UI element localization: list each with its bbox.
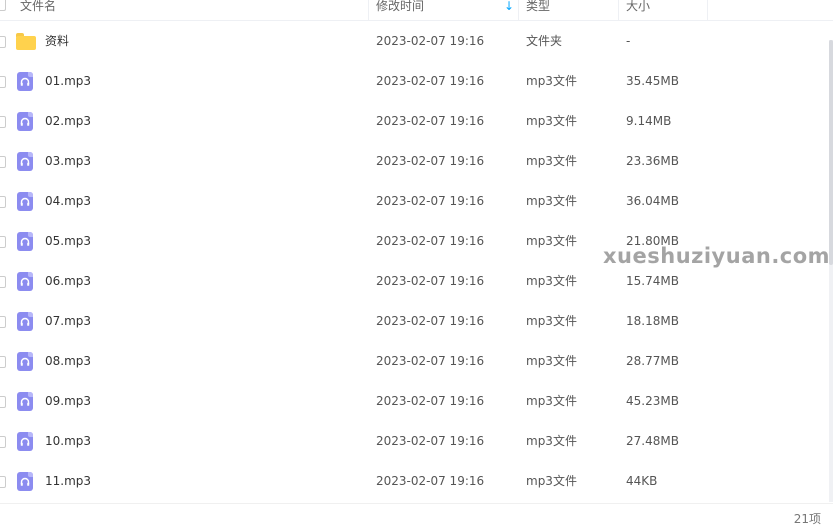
column-divider[interactable] bbox=[518, 0, 519, 20]
file-name[interactable]: 07.mp3 bbox=[45, 301, 91, 341]
file-modified: 2023-02-07 19:16 bbox=[376, 234, 485, 248]
file-type: 文件夹 bbox=[526, 34, 563, 48]
file-type: mp3文件 bbox=[526, 314, 577, 328]
file-name[interactable]: 10.mp3 bbox=[45, 421, 91, 461]
file-size: 23.36MB bbox=[626, 154, 679, 168]
header-size[interactable]: 大小 bbox=[626, 0, 650, 20]
column-header: 文件名 修改时间 ↓ 类型 大小 bbox=[0, 0, 833, 21]
file-name[interactable]: 04.mp3 bbox=[45, 181, 91, 221]
file-row[interactable]: 01.mp3 2023-02-07 19:16 mp3文件 35.45MB bbox=[0, 61, 833, 101]
file-modified: 2023-02-07 19:16 bbox=[376, 354, 485, 368]
file-type: mp3文件 bbox=[526, 114, 577, 128]
file-name[interactable]: 11.mp3 bbox=[45, 461, 91, 501]
audio-file-icon bbox=[16, 72, 35, 91]
file-row[interactable]: 09.mp3 2023-02-07 19:16 mp3文件 45.23MB bbox=[0, 381, 833, 421]
row-checkbox[interactable] bbox=[0, 36, 6, 48]
file-type: mp3文件 bbox=[526, 354, 577, 368]
column-divider[interactable] bbox=[368, 0, 369, 20]
audio-file-icon bbox=[16, 272, 35, 291]
file-modified: 2023-02-07 19:16 bbox=[376, 394, 485, 408]
file-type: mp3文件 bbox=[526, 274, 577, 288]
file-row[interactable]: 资料 2023-02-07 19:16 文件夹 - bbox=[0, 21, 833, 61]
file-name[interactable]: 08.mp3 bbox=[45, 341, 91, 381]
row-checkbox[interactable] bbox=[0, 76, 6, 88]
file-modified: 2023-02-07 19:16 bbox=[376, 74, 485, 88]
file-modified: 2023-02-07 19:16 bbox=[376, 314, 485, 328]
row-checkbox[interactable] bbox=[0, 116, 6, 128]
status-bar: 21项 bbox=[0, 503, 833, 531]
file-size: - bbox=[626, 34, 631, 48]
file-name[interactable]: 06.mp3 bbox=[45, 261, 91, 301]
file-name[interactable]: 09.mp3 bbox=[45, 381, 91, 421]
row-checkbox[interactable] bbox=[0, 156, 6, 168]
file-type: mp3文件 bbox=[526, 234, 577, 248]
file-modified: 2023-02-07 19:16 bbox=[376, 274, 485, 288]
row-checkbox[interactable] bbox=[0, 396, 6, 408]
file-modified: 2023-02-07 19:16 bbox=[376, 114, 485, 128]
file-row[interactable]: 10.mp3 2023-02-07 19:16 mp3文件 27.48MB bbox=[0, 421, 833, 461]
row-checkbox[interactable] bbox=[0, 436, 6, 448]
item-count: 21项 bbox=[793, 512, 821, 526]
header-type[interactable]: 类型 bbox=[526, 0, 550, 20]
row-checkbox[interactable] bbox=[0, 236, 6, 248]
header-modified[interactable]: 修改时间 bbox=[376, 0, 424, 20]
file-row[interactable]: 11.mp3 2023-02-07 19:16 mp3文件 44KB bbox=[0, 461, 833, 501]
vertical-scrollbar[interactable] bbox=[829, 40, 833, 502]
row-checkbox[interactable] bbox=[0, 196, 6, 208]
header-name[interactable]: 文件名 bbox=[20, 0, 56, 20]
file-modified: 2023-02-07 19:16 bbox=[376, 194, 485, 208]
file-size: 28.77MB bbox=[626, 354, 679, 368]
file-modified: 2023-02-07 19:16 bbox=[376, 34, 485, 48]
sort-arrow-down-icon[interactable]: ↓ bbox=[504, 0, 514, 13]
file-size: 36.04MB bbox=[626, 194, 679, 208]
file-row[interactable]: 07.mp3 2023-02-07 19:16 mp3文件 18.18MB bbox=[0, 301, 833, 341]
file-type: mp3文件 bbox=[526, 474, 577, 488]
file-size: 18.18MB bbox=[626, 314, 679, 328]
row-checkbox[interactable] bbox=[0, 276, 6, 288]
folder-icon bbox=[16, 32, 36, 51]
file-size: 35.45MB bbox=[626, 74, 679, 88]
file-type: mp3文件 bbox=[526, 194, 577, 208]
file-modified: 2023-02-07 19:16 bbox=[376, 154, 485, 168]
file-type: mp3文件 bbox=[526, 434, 577, 448]
select-all-checkbox[interactable] bbox=[0, 0, 6, 11]
watermark-text: xueshuziyuan.com bbox=[603, 244, 831, 268]
file-name[interactable]: 03.mp3 bbox=[45, 141, 91, 181]
row-checkbox[interactable] bbox=[0, 316, 6, 328]
file-size: 44KB bbox=[626, 474, 658, 488]
file-row[interactable]: 02.mp3 2023-02-07 19:16 mp3文件 9.14MB bbox=[0, 101, 833, 141]
file-size: 9.14MB bbox=[626, 114, 672, 128]
audio-file-icon bbox=[16, 392, 35, 411]
audio-file-icon bbox=[16, 312, 35, 331]
file-modified: 2023-02-07 19:16 bbox=[376, 434, 485, 448]
audio-file-icon bbox=[16, 472, 35, 491]
file-size: 45.23MB bbox=[626, 394, 679, 408]
scrollbar-thumb[interactable] bbox=[829, 40, 833, 265]
file-type: mp3文件 bbox=[526, 154, 577, 168]
file-row[interactable]: 03.mp3 2023-02-07 19:16 mp3文件 23.36MB bbox=[0, 141, 833, 181]
file-name[interactable]: 01.mp3 bbox=[45, 61, 91, 101]
file-row[interactable]: 04.mp3 2023-02-07 19:16 mp3文件 36.04MB bbox=[0, 181, 833, 221]
column-divider[interactable] bbox=[707, 0, 708, 20]
file-size: 27.48MB bbox=[626, 434, 679, 448]
audio-file-icon bbox=[16, 192, 35, 211]
row-checkbox[interactable] bbox=[0, 476, 6, 488]
audio-file-icon bbox=[16, 432, 35, 451]
file-type: mp3文件 bbox=[526, 394, 577, 408]
audio-file-icon bbox=[16, 112, 35, 131]
file-name[interactable]: 资料 bbox=[45, 21, 69, 61]
file-type: mp3文件 bbox=[526, 74, 577, 88]
row-checkbox[interactable] bbox=[0, 356, 6, 368]
column-divider[interactable] bbox=[618, 0, 619, 20]
file-modified: 2023-02-07 19:16 bbox=[376, 474, 485, 488]
file-name[interactable]: 02.mp3 bbox=[45, 101, 91, 141]
audio-file-icon bbox=[16, 152, 35, 171]
audio-file-icon bbox=[16, 232, 35, 251]
audio-file-icon bbox=[16, 352, 35, 371]
file-row[interactable]: 08.mp3 2023-02-07 19:16 mp3文件 28.77MB bbox=[0, 341, 833, 381]
file-name[interactable]: 05.mp3 bbox=[45, 221, 91, 261]
